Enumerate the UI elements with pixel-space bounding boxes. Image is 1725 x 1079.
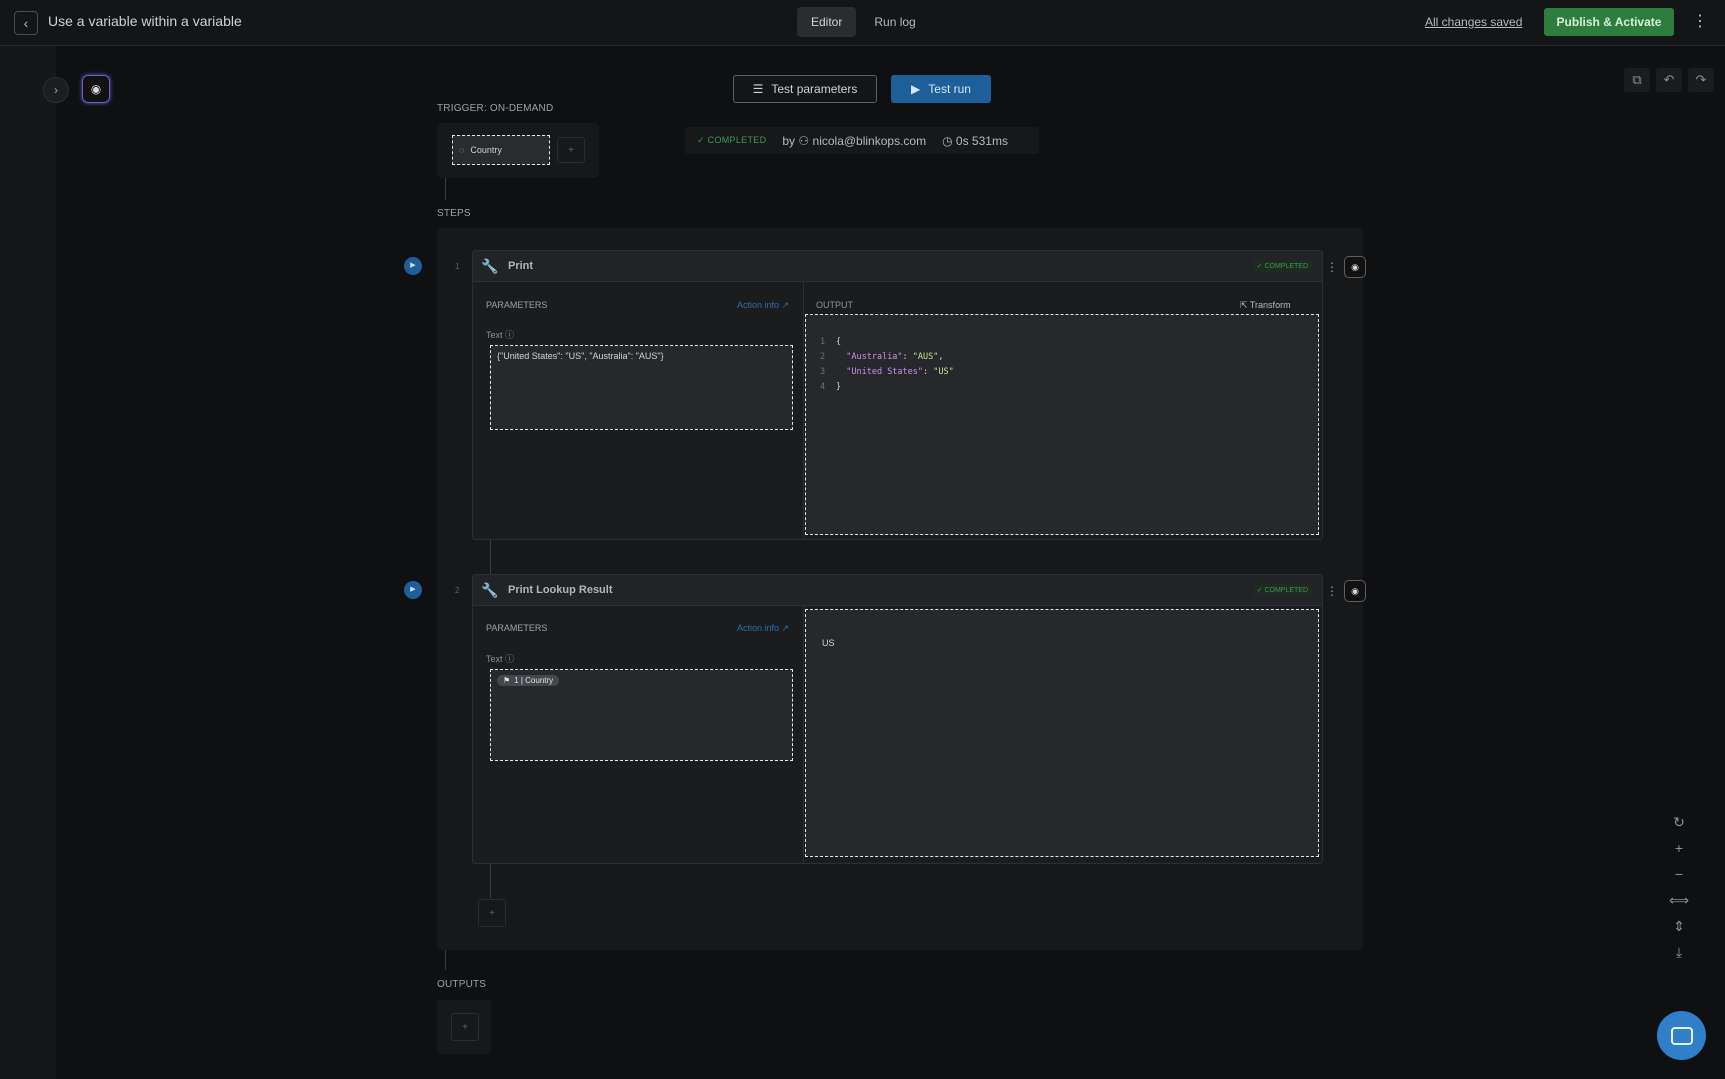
text-param-input[interactable]: ⚑ 1 | Country [490,669,793,761]
run-user: by ⚇ nicola@blinkops.com [782,133,927,148]
ai-assistant-button[interactable]: ◉ [82,75,110,103]
step-card-print: 🔧 Print ✓ COMPLETED PARAMETERS Action in… [472,250,1323,540]
saved-status-link[interactable]: All changes saved [1425,15,1522,29]
step-side-actions: ⋮ ◉ [1326,256,1366,278]
ai-icon[interactable]: ◉ [1344,256,1366,278]
info-icon: ⓘ [505,330,515,340]
info-icon: ⓘ [505,654,515,664]
code-line: 1{ [820,337,842,347]
zoom-controls: ↻ + − ⟺ ⇕ ⤓ [1666,812,1692,962]
text-param-input[interactable]: {"United States": "US", "Australia": "AU… [490,345,793,430]
divider [803,606,804,864]
zoom-in-icon[interactable]: + [1667,838,1691,858]
kebab-icon[interactable]: ⋮ [1326,260,1338,274]
step-header[interactable]: 🔧 Print Lookup Result ✓ COMPLETED [473,575,1322,606]
test-run-button[interactable]: ▶ Test run [891,75,991,103]
trigger-label: TRIGGER: ON-DEMAND [437,103,554,114]
left-rail [0,46,56,1079]
add-output-button[interactable]: + [451,1013,479,1041]
connector-line [445,178,446,200]
status-badge: ✓ COMPLETED [1252,584,1312,596]
status-badge: ✓ COMPLETED [697,135,767,145]
action-info-link[interactable]: Action info ↗ [737,300,789,311]
text-param-label: Text ⓘ [486,330,515,340]
list-icon: ☰ [752,82,764,96]
top-bar: ‹ Use a variable within a variable Edito… [0,0,1725,46]
user-icon: ⚇ [798,133,810,148]
kebab-icon[interactable]: ⋮ [1692,11,1708,33]
step-run-button[interactable]: ▶ [404,257,422,275]
fit-height-icon[interactable]: ⇕ [1667,916,1691,936]
output-value: US [822,638,835,648]
clock-icon: ◷ [942,133,953,148]
ai-icon[interactable]: ◉ [1344,580,1366,602]
kebab-icon[interactable]: ⋮ [1326,584,1338,598]
action-info-link[interactable]: Action info ↗ [737,623,789,634]
wrench-icon: 🔧 [481,582,499,598]
chevron-right-icon: › [54,83,58,97]
add-step-button[interactable]: + [478,899,506,927]
output-heading: OUTPUT [816,300,853,310]
connector-line [445,950,446,970]
variable-chip[interactable]: ⚑ 1 | Country [497,675,560,686]
output-code-view[interactable]: 1{ 2 "Australia": "AUS", 3 "United State… [805,314,1319,535]
zoom-out-icon[interactable]: − [1667,864,1691,884]
page-title: Use a variable within a variable [48,13,242,29]
chevron-left-icon: ‹ [23,15,29,31]
step-title: Print [508,260,534,272]
back-button[interactable]: ‹ [14,11,38,35]
transform-icon: ⇱ [1240,300,1248,310]
connector-line [490,540,491,574]
code-line: 4} [820,382,842,392]
parameters-heading: PARAMETERS [486,623,548,633]
chat-button[interactable] [1657,1011,1706,1060]
wrench-icon: 🔧 [481,258,499,274]
flag-icon: ⚑ [503,676,511,685]
step-title: Print Lookup Result [508,584,613,596]
ai-icon: ◉ [90,82,102,96]
text-param-label: Text ⓘ [486,654,515,664]
divider [803,282,804,540]
trigger-input-country[interactable]: ◌ Country [452,135,550,165]
external-link-icon: ↗ [781,300,790,310]
test-parameters-button[interactable]: ☰ Test parameters [733,75,877,103]
copy-icon[interactable]: ⧉ [1624,68,1650,92]
tab-editor[interactable]: Editor [797,7,857,37]
step-side-actions: ⋮ ◉ [1326,580,1366,602]
step-index: 2 [455,586,460,595]
expand-panel-button[interactable]: › [43,77,69,103]
step-header[interactable]: 🔧 Print ✓ COMPLETED [473,251,1322,282]
collapse-icon[interactable]: ⤓ [1667,942,1691,962]
tab-bar: Editor Run log [797,7,930,37]
step-run-button[interactable]: ▶ [404,581,422,599]
add-trigger-input-button[interactable]: + [557,137,585,163]
undo-icon[interactable]: ↶ [1656,68,1682,92]
step-card-print-lookup: 🔧 Print Lookup Result ✓ COMPLETED PARAME… [472,574,1323,864]
run-duration: ◷ 0s 531ms [942,133,1008,148]
canvas-tools: ⧉ ↶ ↷ [1624,68,1714,92]
code-line: 2 "Australia": "AUS", [820,352,944,362]
external-link-icon: ↗ [781,623,790,633]
parameters-heading: PARAMETERS [486,300,548,310]
status-badge: ✓ COMPLETED [1252,260,1312,272]
transform-button[interactable]: ⇱ Transform [1240,300,1291,311]
redo-icon[interactable]: ↷ [1688,68,1714,92]
check-circle-icon: ◌ [459,145,465,155]
code-line: 3 "United States": "US" [820,367,954,377]
output-view[interactable]: US [805,609,1319,857]
play-icon: ▶ [911,82,921,96]
chat-icon [1670,1026,1693,1045]
fit-width-icon[interactable]: ⟺ [1667,890,1691,910]
reset-view-icon[interactable]: ↻ [1667,812,1691,832]
tab-run-log[interactable]: Run log [860,7,929,37]
steps-label: STEPS [437,208,471,219]
publish-activate-button[interactable]: Publish & Activate [1544,8,1674,36]
outputs-label: OUTPUTS [437,979,487,990]
connector-line [490,864,491,898]
run-status-bar: ✓ COMPLETED by ⚇ nicola@blinkops.com ◷ 0… [685,127,1039,154]
step-index: 1 [455,262,460,271]
